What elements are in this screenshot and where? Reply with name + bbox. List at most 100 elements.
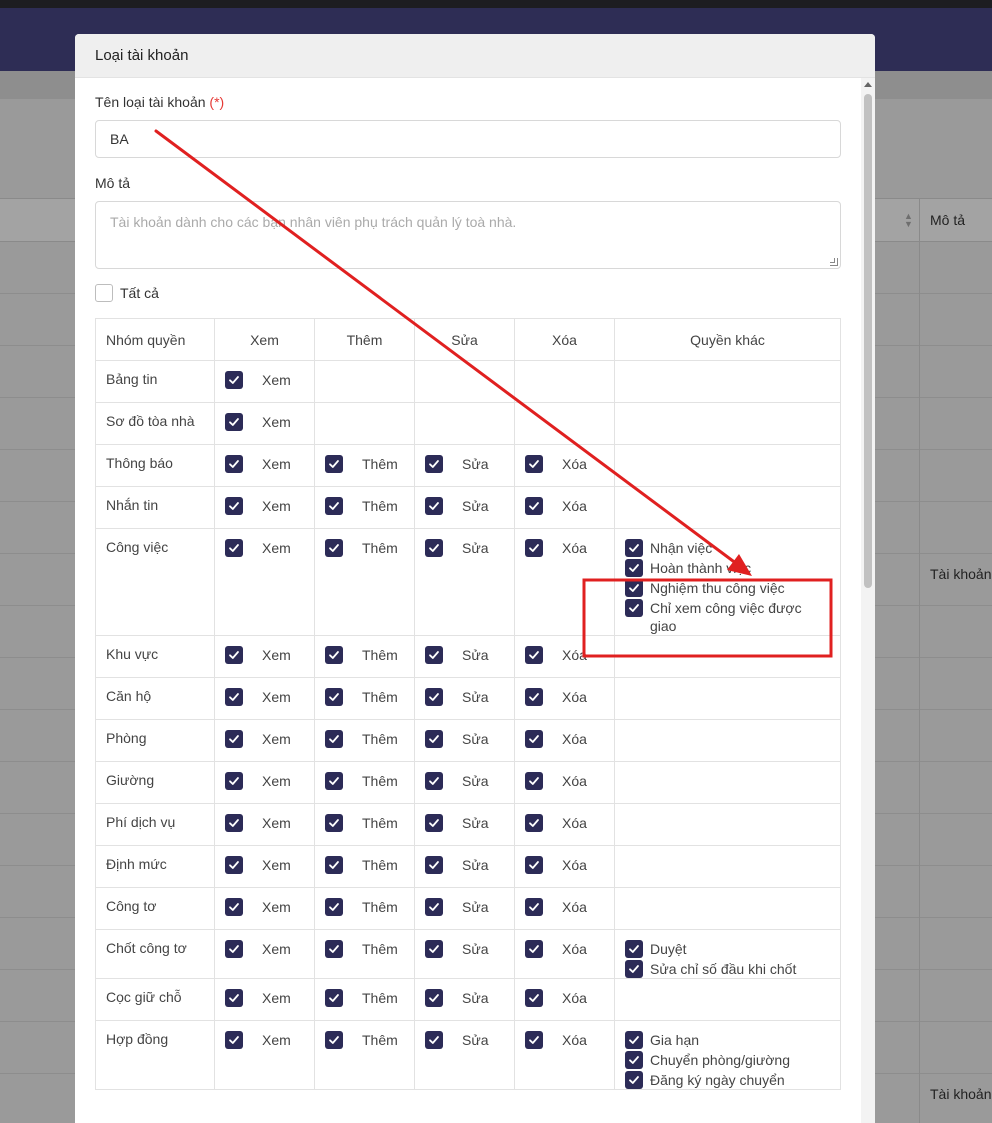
- checkmark-icon[interactable]: [525, 898, 543, 916]
- checkmark-icon[interactable]: [325, 730, 343, 748]
- view-permission-checkbox[interactable]: Xem: [225, 646, 291, 664]
- delete-permission-checkbox[interactable]: Xóa: [525, 497, 587, 515]
- checkmark-icon[interactable]: [225, 455, 243, 473]
- view-permission-checkbox[interactable]: Xem: [225, 1031, 291, 1049]
- view-permission-checkbox[interactable]: Xem: [225, 989, 291, 1007]
- view-permission-checkbox[interactable]: Xem: [225, 688, 291, 706]
- checkmark-icon[interactable]: [625, 559, 643, 577]
- view-permission-checkbox[interactable]: Xem: [225, 772, 291, 790]
- checkmark-icon[interactable]: [325, 646, 343, 664]
- edit-permission-checkbox[interactable]: Sửa: [425, 856, 489, 874]
- view-permission-checkbox[interactable]: Xem: [225, 940, 291, 958]
- add-permission-checkbox[interactable]: Thêm: [325, 688, 398, 706]
- checkmark-icon[interactable]: [625, 1051, 643, 1069]
- checkmark-icon[interactable]: [425, 898, 443, 916]
- delete-permission-checkbox[interactable]: Xóa: [525, 455, 587, 473]
- delete-permission-checkbox[interactable]: Xóa: [525, 646, 587, 664]
- checkmark-icon[interactable]: [225, 772, 243, 790]
- edit-permission-checkbox[interactable]: Sửa: [425, 940, 489, 958]
- checkmark-icon[interactable]: [325, 940, 343, 958]
- checkmark-icon[interactable]: [425, 539, 443, 557]
- other-permission-checkbox[interactable]: Hoàn thành việc: [625, 559, 830, 577]
- view-permission-checkbox[interactable]: Xem: [225, 856, 291, 874]
- view-permission-checkbox[interactable]: Xem: [225, 730, 291, 748]
- edit-permission-checkbox[interactable]: Sửa: [425, 455, 489, 473]
- other-permission-checkbox[interactable]: Gia hạn: [625, 1031, 830, 1049]
- checkmark-icon[interactable]: [525, 856, 543, 874]
- checkmark-icon[interactable]: [625, 539, 643, 557]
- add-permission-checkbox[interactable]: Thêm: [325, 989, 398, 1007]
- checkmark-icon[interactable]: [325, 814, 343, 832]
- checkmark-icon[interactable]: [225, 539, 243, 557]
- view-permission-checkbox[interactable]: Xem: [225, 371, 291, 389]
- checkmark-icon[interactable]: [525, 1031, 543, 1049]
- sort-icon[interactable]: ▲ ▼: [904, 212, 913, 229]
- checkmark-icon[interactable]: [525, 940, 543, 958]
- checkmark-icon[interactable]: [625, 940, 643, 958]
- checkmark-icon[interactable]: [525, 455, 543, 473]
- checkmark-icon[interactable]: [625, 1031, 643, 1049]
- checkmark-icon[interactable]: [225, 940, 243, 958]
- delete-permission-checkbox[interactable]: Xóa: [525, 856, 587, 874]
- checkmark-icon[interactable]: [525, 814, 543, 832]
- edit-permission-checkbox[interactable]: Sửa: [425, 730, 489, 748]
- checkmark-icon[interactable]: [625, 960, 643, 978]
- checkmark-icon[interactable]: [525, 688, 543, 706]
- checkmark-icon[interactable]: [325, 539, 343, 557]
- checkmark-icon[interactable]: [425, 1031, 443, 1049]
- checkmark-icon[interactable]: [525, 539, 543, 557]
- checkmark-icon[interactable]: [525, 497, 543, 515]
- checkmark-icon[interactable]: [325, 455, 343, 473]
- checkmark-icon[interactable]: [625, 579, 643, 597]
- add-permission-checkbox[interactable]: Thêm: [325, 898, 398, 916]
- checkmark-icon[interactable]: [325, 989, 343, 1007]
- select-all-checkbox[interactable]: [95, 284, 113, 302]
- checkmark-icon[interactable]: [425, 688, 443, 706]
- other-permission-checkbox[interactable]: Sửa chỉ số đầu khi chốt: [625, 960, 830, 978]
- delete-permission-checkbox[interactable]: Xóa: [525, 772, 587, 790]
- scroll-up-arrow-icon[interactable]: [864, 82, 872, 87]
- other-permission-checkbox[interactable]: Chuyển phòng/giường: [625, 1051, 830, 1069]
- edit-permission-checkbox[interactable]: Sửa: [425, 772, 489, 790]
- checkmark-icon[interactable]: [325, 497, 343, 515]
- delete-permission-checkbox[interactable]: Xóa: [525, 814, 587, 832]
- checkmark-icon[interactable]: [425, 730, 443, 748]
- checkmark-icon[interactable]: [425, 856, 443, 874]
- checkmark-icon[interactable]: [225, 371, 243, 389]
- edit-permission-checkbox[interactable]: Sửa: [425, 1031, 489, 1049]
- view-permission-checkbox[interactable]: Xem: [225, 455, 291, 473]
- checkmark-icon[interactable]: [225, 497, 243, 515]
- add-permission-checkbox[interactable]: Thêm: [325, 772, 398, 790]
- view-permission-checkbox[interactable]: Xem: [225, 539, 291, 557]
- add-permission-checkbox[interactable]: Thêm: [325, 497, 398, 515]
- checkmark-icon[interactable]: [425, 455, 443, 473]
- other-permission-checkbox[interactable]: Duyệt: [625, 940, 830, 958]
- checkmark-icon[interactable]: [325, 772, 343, 790]
- checkmark-icon[interactable]: [325, 688, 343, 706]
- checkmark-icon[interactable]: [425, 497, 443, 515]
- checkmark-icon[interactable]: [425, 940, 443, 958]
- checkmark-icon[interactable]: [425, 814, 443, 832]
- add-permission-checkbox[interactable]: Thêm: [325, 539, 398, 557]
- checkmark-icon[interactable]: [225, 814, 243, 832]
- checkmark-icon[interactable]: [525, 772, 543, 790]
- other-permission-checkbox[interactable]: Nghiệm thu công việc: [625, 579, 830, 597]
- description-textarea[interactable]: Tài khoản dành cho các bạn nhân viên phụ…: [95, 201, 841, 269]
- checkmark-icon[interactable]: [625, 599, 643, 617]
- modal-scrollbar[interactable]: [861, 78, 875, 1123]
- delete-permission-checkbox[interactable]: Xóa: [525, 539, 587, 557]
- resize-grip-icon[interactable]: [830, 258, 838, 266]
- delete-permission-checkbox[interactable]: Xóa: [525, 688, 587, 706]
- checkmark-icon[interactable]: [325, 856, 343, 874]
- checkmark-icon[interactable]: [425, 646, 443, 664]
- edit-permission-checkbox[interactable]: Sửa: [425, 814, 489, 832]
- checkmark-icon[interactable]: [325, 898, 343, 916]
- add-permission-checkbox[interactable]: Thêm: [325, 856, 398, 874]
- edit-permission-checkbox[interactable]: Sửa: [425, 688, 489, 706]
- edit-permission-checkbox[interactable]: Sửa: [425, 989, 489, 1007]
- add-permission-checkbox[interactable]: Thêm: [325, 455, 398, 473]
- checkmark-icon[interactable]: [425, 989, 443, 1007]
- other-permission-checkbox[interactable]: Nhận việc: [625, 539, 830, 557]
- checkmark-icon[interactable]: [525, 646, 543, 664]
- checkmark-icon[interactable]: [225, 688, 243, 706]
